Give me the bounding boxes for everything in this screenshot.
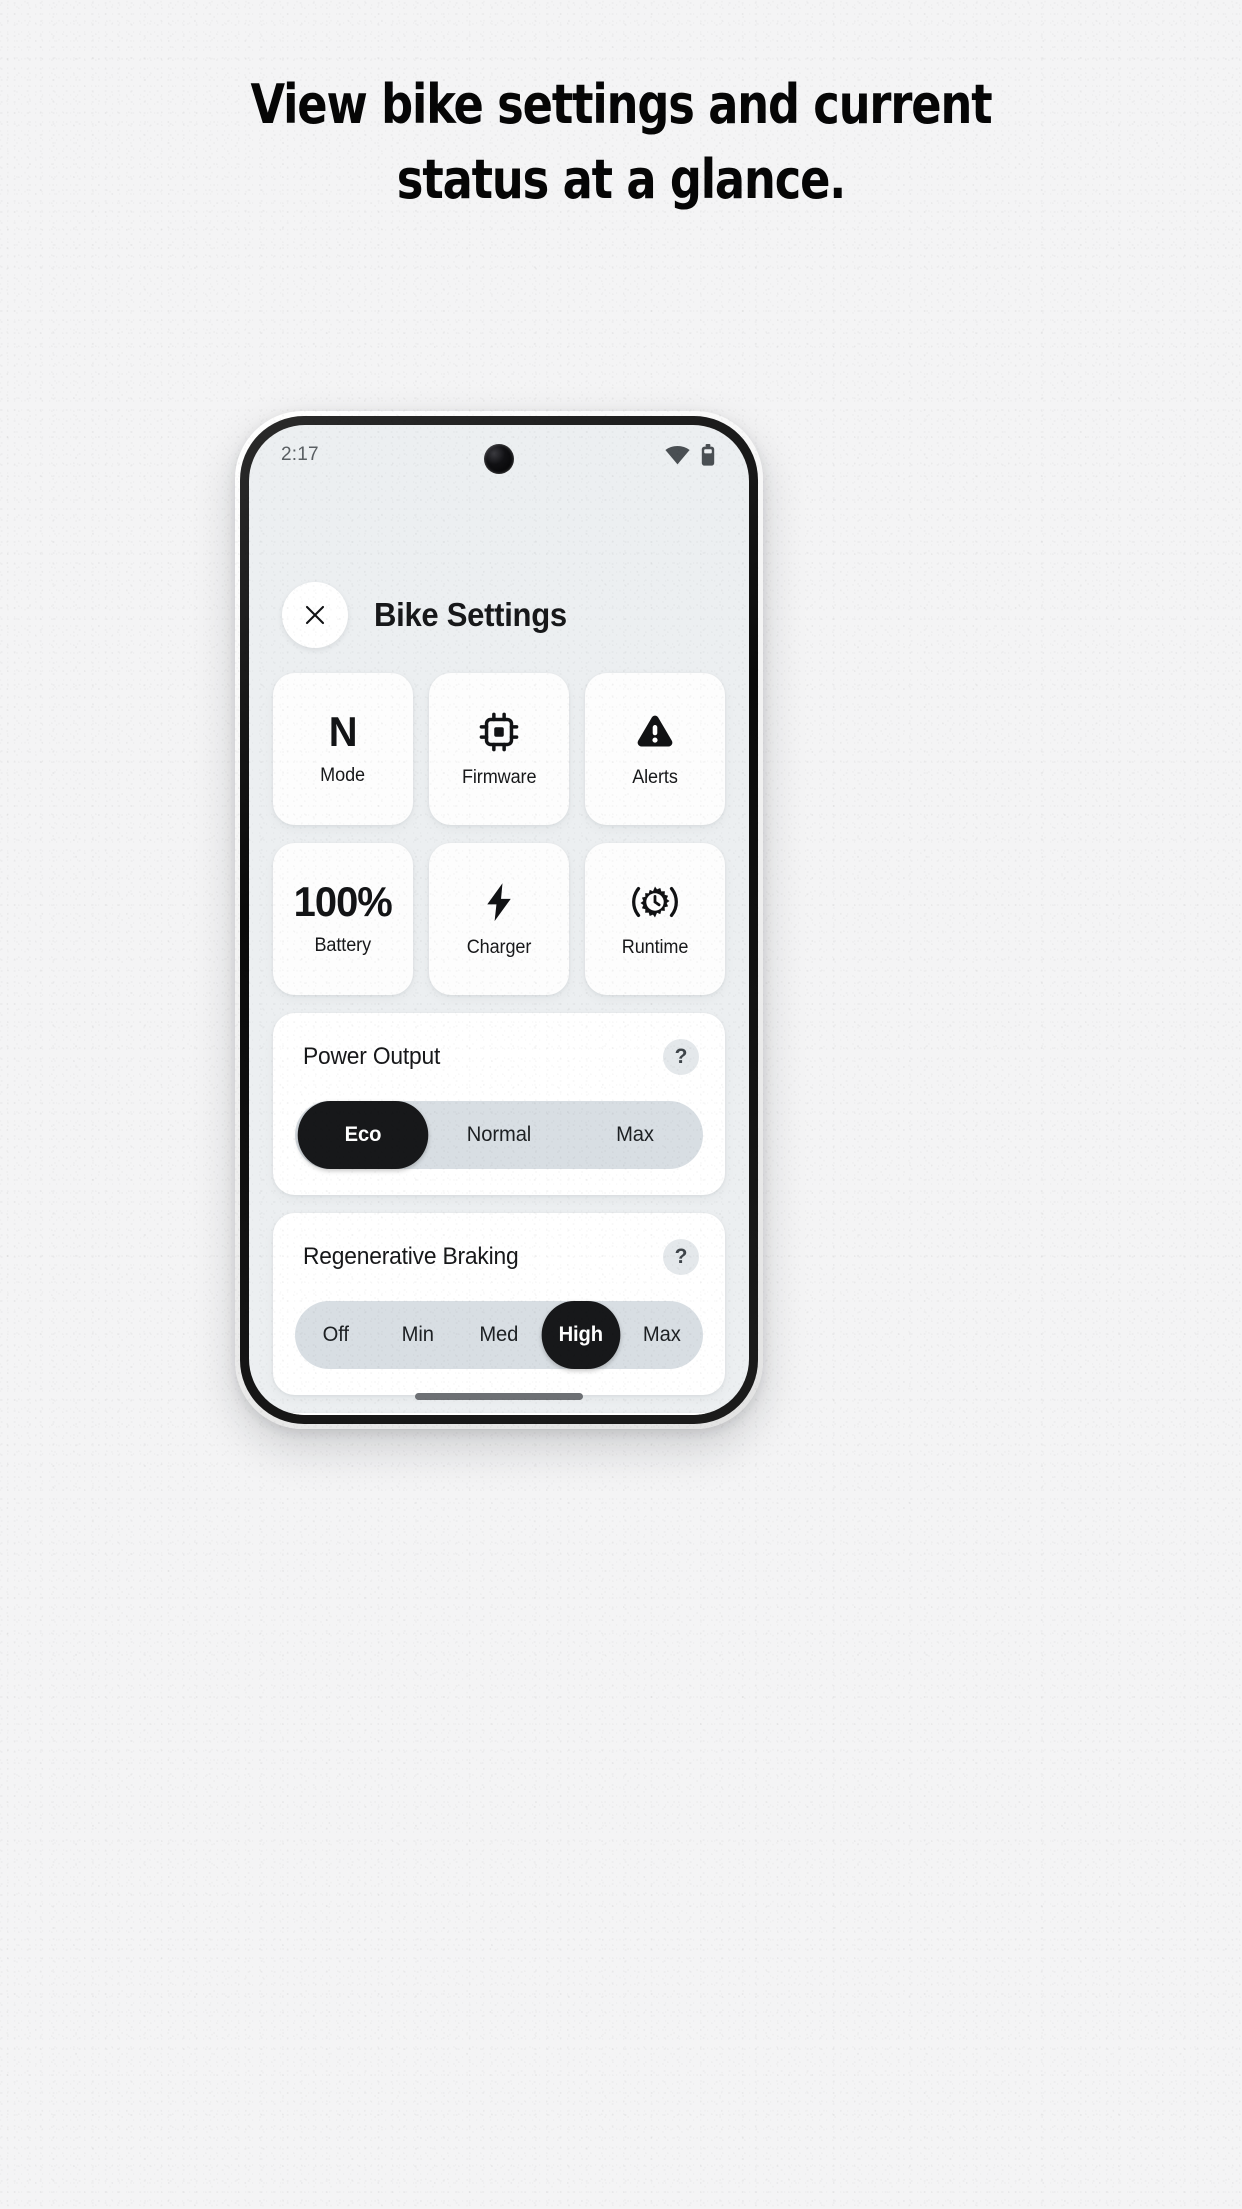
segment-min[interactable]: Min <box>378 1301 456 1369</box>
warning-icon <box>637 715 673 747</box>
setting-card-power-output: Power Output ? Eco Normal Max <box>273 1013 725 1195</box>
chip-icon <box>479 712 519 752</box>
battery-label: Battery <box>314 935 372 956</box>
bolt-icon <box>487 883 511 922</box>
headline-line-1: View bike settings and current <box>250 73 992 136</box>
stat-card-runtime[interactable]: Runtime <box>585 843 725 995</box>
segment-max[interactable]: Max <box>570 1101 701 1169</box>
close-icon <box>305 605 325 625</box>
help-button-power-output[interactable]: ? <box>663 1039 699 1075</box>
phone-bezel: 2:17 Bike Settings N Mode Firmware Alert… <box>240 416 758 1424</box>
stat-card-alerts[interactable]: Alerts <box>585 673 725 825</box>
phone-mockup: 2:17 Bike Settings N Mode Firmware Alert… <box>235 411 763 1429</box>
mode-label: Mode <box>320 765 366 786</box>
segmented-control-regen-braking[interactable]: Off Min Med High Max <box>295 1301 703 1369</box>
setting-header: Regenerative Braking ? <box>295 1239 703 1275</box>
setting-title-regen-braking: Regenerative Braking <box>303 1243 519 1270</box>
status-clock: 2:17 <box>281 444 319 465</box>
close-button[interactable] <box>282 582 348 648</box>
battery-icon <box>701 444 715 466</box>
charger-label: Charger <box>466 937 532 958</box>
segment-high[interactable]: High <box>541 1301 620 1369</box>
mode-value: N <box>329 708 358 755</box>
setting-title-power-output: Power Output <box>303 1043 441 1070</box>
stat-card-firmware[interactable]: Firmware <box>429 673 569 825</box>
setting-header: Power Output ? <box>295 1039 703 1075</box>
phone-screen: 2:17 Bike Settings N Mode Firmware Alert… <box>249 425 749 1415</box>
wifi-icon <box>665 445 690 464</box>
segment-med[interactable]: Med <box>460 1301 538 1369</box>
page-headline: View bike settings and current status at… <box>0 78 1242 207</box>
front-camera-icon <box>484 444 514 474</box>
stat-card-charger[interactable]: Charger <box>429 843 569 995</box>
segment-eco[interactable]: Eco <box>297 1101 429 1169</box>
app-content: Bike Settings N Mode Firmware Alerts 100… <box>249 485 749 1415</box>
gear-clock-icon-wrap <box>632 879 678 925</box>
screen-header: Bike Settings <box>267 485 731 673</box>
chip-icon-wrap <box>477 709 521 755</box>
stat-row-1: N Mode Firmware Alerts <box>267 673 731 825</box>
headline-line-2: status at a glance. <box>396 148 846 211</box>
status-bar: 2:17 <box>249 425 749 485</box>
page-title: Bike Settings <box>374 596 567 633</box>
home-indicator[interactable] <box>415 1393 583 1400</box>
stat-row-2: 100% Battery Charger Runtime <box>267 843 731 995</box>
gear-clock-icon <box>632 886 678 918</box>
segment-normal[interactable]: Normal <box>434 1101 565 1169</box>
status-icons <box>665 444 715 466</box>
segmented-control-power-output[interactable]: Eco Normal Max <box>295 1101 703 1169</box>
warning-icon-wrap <box>633 709 677 755</box>
setting-card-regen-braking: Regenerative Braking ? Off Min Med High … <box>273 1213 725 1395</box>
runtime-label: Runtime <box>621 937 689 958</box>
bolt-icon-wrap <box>477 879 521 925</box>
segment-off[interactable]: Off <box>297 1301 375 1369</box>
battery-value: 100% <box>293 878 393 925</box>
stat-card-battery[interactable]: 100% Battery <box>273 843 413 995</box>
help-button-regen-braking[interactable]: ? <box>663 1239 699 1275</box>
alerts-label: Alerts <box>632 767 678 788</box>
stat-card-mode[interactable]: N Mode <box>273 673 413 825</box>
segment-max[interactable]: Max <box>623 1301 701 1369</box>
setting-card-learner-mode: Learner Mode ? Off On <box>273 1413 725 1415</box>
firmware-label: Firmware <box>461 767 537 788</box>
